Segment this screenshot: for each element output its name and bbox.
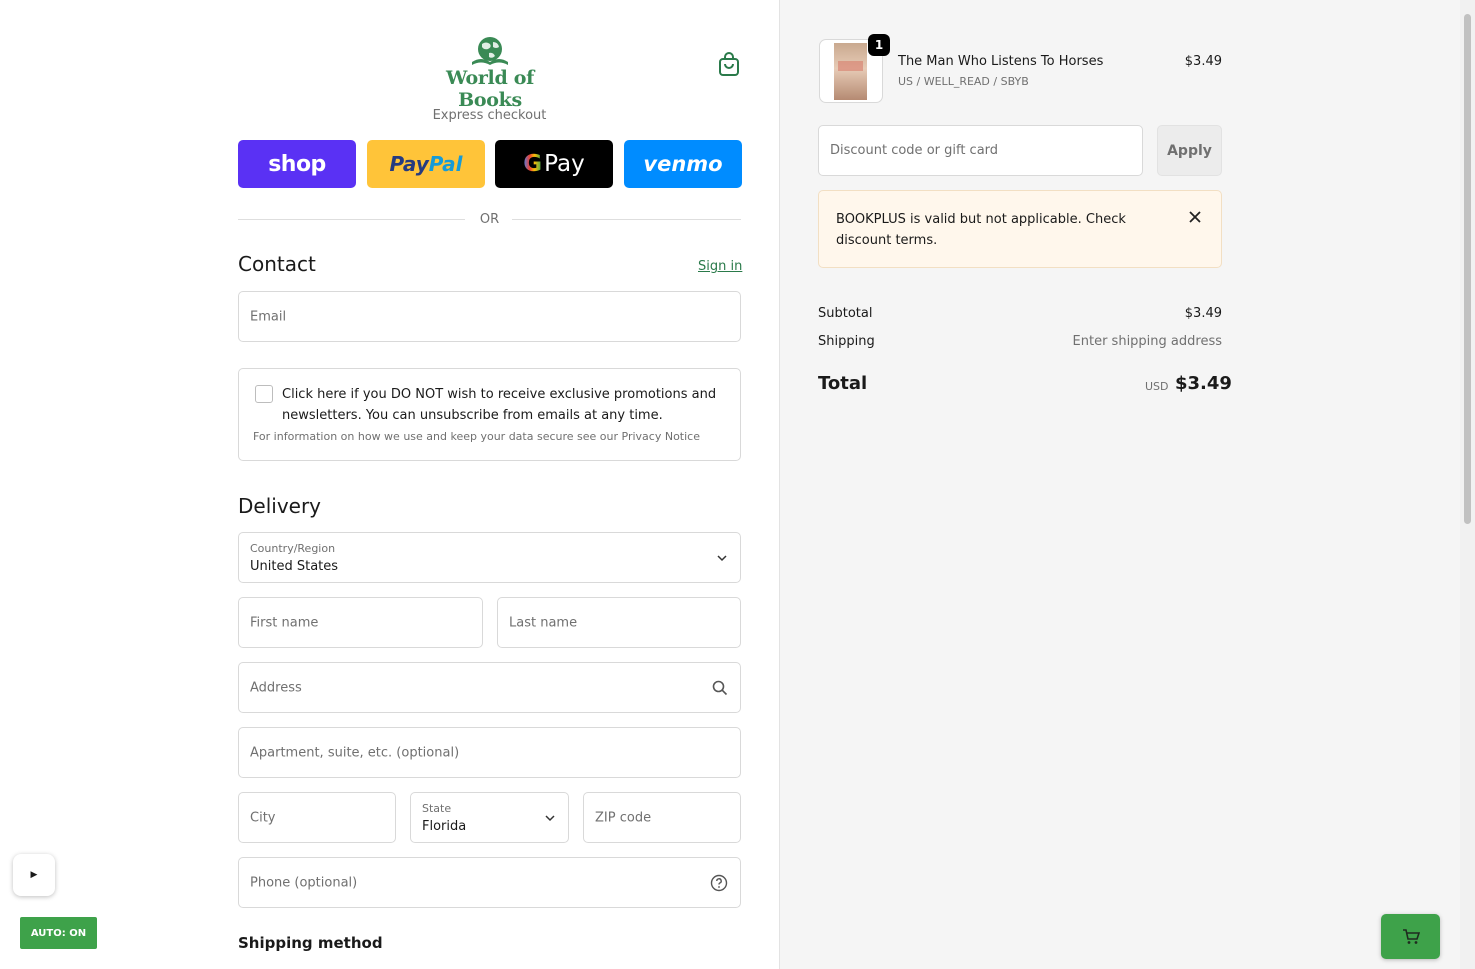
discount-placeholder: Discount code or gift card [830, 143, 999, 158]
play-button[interactable]: ▶ [13, 854, 55, 896]
phone-placeholder: Phone (optional) [250, 875, 358, 890]
product-price: $3.49 [1184, 54, 1222, 69]
phone-field[interactable]: Phone (optional) [238, 857, 741, 908]
search-icon [712, 680, 728, 695]
help-icon[interactable] [710, 874, 728, 892]
paypal-label-pal: Pal [428, 152, 463, 176]
city-field[interactable]: City [238, 792, 396, 843]
apartment-field[interactable]: Apartment, suite, etc. (optional) [238, 727, 741, 778]
page-scrollbar[interactable] [1460, 0, 1475, 969]
paypal-label-pay: Pay [389, 152, 429, 176]
country-label: Country/Region [250, 542, 336, 555]
scrollbar-thumb[interactable] [1464, 14, 1471, 524]
state-select[interactable]: State Florida [410, 792, 569, 843]
shipping-label: Shipping [818, 334, 875, 349]
auto-toggle-label: AUTO: ON [30, 927, 87, 939]
chevron-down-icon [545, 814, 555, 821]
discount-code-field[interactable]: Discount code or gift card [818, 125, 1143, 176]
shopping-bag-icon[interactable] [717, 51, 741, 77]
consent-text: Click here if you DO NOT wish to receive… [282, 387, 717, 423]
cart-button[interactable] [1381, 914, 1440, 959]
chevron-down-icon [717, 554, 727, 561]
play-icon: ▶ [30, 870, 38, 880]
state-label: State [422, 802, 452, 815]
zip-placeholder: ZIP code [595, 810, 652, 825]
discount-warning-text: BOOKPLUS is valid but not applicable. Ch… [836, 212, 1126, 248]
world-of-books-logo[interactable]: World of Books [415, 36, 565, 111]
discount-warning-banner: BOOKPLUS is valid but not applicable. Ch… [818, 190, 1222, 268]
venmo-button[interactable]: venmo [624, 140, 742, 188]
apply-discount-button[interactable]: Apply [1157, 125, 1222, 176]
quantity-badge: 1 [868, 34, 890, 56]
marketing-consent-box: Click here if you DO NOT wish to receive… [238, 368, 741, 461]
apply-label: Apply [1167, 142, 1212, 159]
zip-field[interactable]: ZIP code [583, 792, 741, 843]
close-icon[interactable] [1188, 210, 1202, 224]
google-g-icon: G [523, 151, 543, 177]
last-name-placeholder: Last name [509, 615, 578, 630]
privacy-note: For information on how we use and keep y… [253, 430, 700, 443]
product-title: The Man Who Listens To Horses [898, 54, 1104, 69]
shop-pay-button[interactable]: shop [238, 140, 356, 188]
email-placeholder: Email [250, 309, 287, 324]
country-select[interactable]: Country/Region United States [238, 532, 741, 583]
shipping-method-heading: Shipping method [238, 934, 383, 952]
shipping-row: Shipping Enter shipping address [818, 334, 1222, 349]
google-pay-label: Pay [544, 151, 585, 177]
subtotal-label: Subtotal [818, 306, 873, 321]
total-value: $3.49 [1175, 373, 1232, 394]
address-field[interactable]: Address [238, 662, 741, 713]
subtotal-row: Subtotal $3.49 [818, 306, 1222, 321]
country-value: United States [250, 559, 339, 574]
sign-in-link[interactable]: Sign in [698, 259, 742, 274]
express-checkout-title: Express checkout [432, 108, 547, 123]
cart-icon [1402, 928, 1420, 944]
address-placeholder: Address [250, 680, 302, 695]
checkout-form-panel: World of Books Express checkout shop Pay… [0, 0, 779, 969]
total-currency: USD [1145, 380, 1169, 393]
venmo-label: venmo [643, 152, 723, 176]
product-variant: US / WELL_READ / SBYB [898, 75, 1029, 88]
divider-line-right [512, 219, 741, 220]
city-placeholder: City [250, 810, 276, 825]
paypal-button[interactable]: Pay Pal [367, 140, 485, 188]
apartment-placeholder: Apartment, suite, etc. (optional) [250, 745, 460, 760]
first-name-field[interactable]: First name [238, 597, 483, 648]
product-thumbnail: 1 [819, 34, 890, 103]
delivery-heading: Delivery [238, 494, 322, 518]
last-name-field[interactable]: Last name [497, 597, 741, 648]
contact-heading: Contact [238, 252, 316, 276]
state-value: Florida [422, 819, 467, 834]
or-divider: OR [238, 211, 741, 229]
brand-name: World of Books [445, 67, 535, 111]
book-cover-image [834, 43, 867, 100]
marketing-opt-out-checkbox[interactable] [255, 385, 273, 403]
globe-book-icon [472, 37, 508, 65]
first-name-placeholder: First name [250, 615, 319, 630]
auto-toggle-button[interactable]: AUTO: ON [20, 917, 97, 949]
subtotal-value: $3.49 [1184, 306, 1222, 321]
shipping-value: Enter shipping address [1072, 334, 1222, 349]
shop-pay-label: shop [268, 151, 326, 177]
total-label: Total [818, 373, 868, 394]
google-pay-button[interactable]: G Pay [495, 140, 613, 188]
email-field[interactable]: Email [238, 291, 741, 342]
